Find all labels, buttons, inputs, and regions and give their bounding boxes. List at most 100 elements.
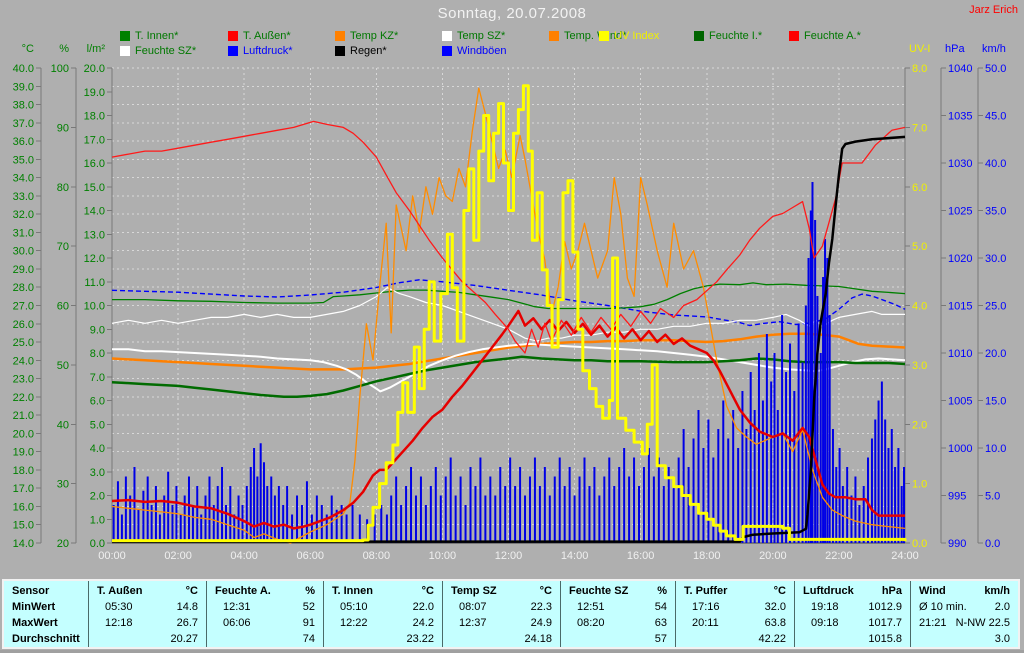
svg-text:27.0: 27.0 <box>13 301 34 313</box>
col-unit: km/h <box>984 585 1010 597</box>
svg-text:8.0: 8.0 <box>912 63 927 75</box>
max-time: 21:21 <box>919 617 947 629</box>
svg-text:0.0: 0.0 <box>90 538 105 550</box>
max-time: 20:11 <box>684 617 719 629</box>
svg-text:12.0: 12.0 <box>84 253 105 265</box>
table-col-feuchte-a: Feuchte A.% 12:3152 06:0691 74 <box>206 581 323 647</box>
svg-text:3.0: 3.0 <box>90 467 105 479</box>
min-value: 54 <box>655 601 667 613</box>
svg-text:0.0: 0.0 <box>912 538 927 550</box>
col-unit: hPa <box>882 585 902 597</box>
max-time: 12:22 <box>332 617 368 629</box>
min-time: 19:18 <box>803 601 839 613</box>
min-value: 2.0 <box>995 601 1010 613</box>
svg-text:30.0: 30.0 <box>985 253 1006 265</box>
svg-text:5.0: 5.0 <box>912 241 927 253</box>
col-unit: °C <box>422 585 434 597</box>
svg-text:18.0: 18.0 <box>13 465 34 477</box>
svg-text:21.0: 21.0 <box>13 410 34 422</box>
svg-text:22.0: 22.0 <box>13 392 34 404</box>
row-label-durchschnitt: Durchschnitt <box>4 631 88 647</box>
svg-text:50: 50 <box>57 360 69 372</box>
min-time: 08:07 <box>451 601 487 613</box>
svg-text:4.0: 4.0 <box>90 443 105 455</box>
svg-text:1.0: 1.0 <box>912 479 927 491</box>
max-time: 12:37 <box>451 617 487 629</box>
svg-text:1000: 1000 <box>948 443 972 455</box>
min-time: 05:30 <box>97 601 133 613</box>
svg-text:20.0: 20.0 <box>13 428 34 440</box>
svg-text:4.0: 4.0 <box>912 301 927 313</box>
stats-table: Sensor MinWert MaxWert Durchschnitt T. A… <box>2 579 1020 649</box>
svg-text:15.0: 15.0 <box>985 396 1006 408</box>
min-time: 17:16 <box>684 601 720 613</box>
svg-text:°C: °C <box>22 43 34 55</box>
max-value: 91 <box>303 617 315 629</box>
table-col-feuchte-sz: Feuchte SZ% 12:5154 08:2063 57 <box>560 581 675 647</box>
svg-text:50.0: 50.0 <box>985 63 1006 75</box>
max-value: 1017.7 <box>868 617 902 629</box>
svg-text:14.0: 14.0 <box>84 206 105 218</box>
max-time: 08:20 <box>569 617 605 629</box>
svg-text:00:00: 00:00 <box>98 550 126 562</box>
col-unit: °C <box>774 585 786 597</box>
svg-text:06:00: 06:00 <box>296 550 324 562</box>
col-name: T. Innen <box>332 585 373 597</box>
min-value: 52 <box>303 601 315 613</box>
svg-text:40.0: 40.0 <box>985 158 1006 170</box>
svg-text:1020: 1020 <box>948 253 972 265</box>
min-value: 1012.9 <box>868 601 902 613</box>
svg-text:70: 70 <box>57 241 69 253</box>
svg-text:16.0: 16.0 <box>13 501 34 513</box>
svg-text:29.0: 29.0 <box>13 264 34 276</box>
svg-text:20.0: 20.0 <box>985 348 1006 360</box>
max-time: 09:18 <box>803 617 839 629</box>
svg-text:25.0: 25.0 <box>13 337 34 349</box>
svg-text:15.0: 15.0 <box>84 182 105 194</box>
svg-text:1040: 1040 <box>948 63 972 75</box>
max-value: 63 <box>655 617 667 629</box>
col-name: Feuchte SZ <box>569 585 628 597</box>
svg-text:km/h: km/h <box>982 43 1006 55</box>
avg-value: 42.22 <box>758 633 786 645</box>
svg-text:8.0: 8.0 <box>90 348 105 360</box>
avg-value: 74 <box>303 633 315 645</box>
col-unit: °C <box>186 585 198 597</box>
svg-text:30: 30 <box>57 479 69 491</box>
svg-text:38.0: 38.0 <box>13 100 34 112</box>
svg-text:1005: 1005 <box>948 396 972 408</box>
svg-text:990: 990 <box>948 538 966 550</box>
max-value: 24.9 <box>531 617 552 629</box>
svg-text:22:00: 22:00 <box>825 550 853 562</box>
col-name: Temp SZ <box>451 585 497 597</box>
svg-text:24:00: 24:00 <box>891 550 919 562</box>
table-row-labels: Sensor MinWert MaxWert Durchschnitt <box>4 581 88 647</box>
svg-text:80: 80 <box>57 182 69 194</box>
svg-text:1030: 1030 <box>948 158 972 170</box>
svg-text:1035: 1035 <box>948 111 972 123</box>
svg-text:10:00: 10:00 <box>429 550 457 562</box>
svg-text:34.0: 34.0 <box>13 173 34 185</box>
svg-text:35.0: 35.0 <box>13 154 34 166</box>
svg-text:11.0: 11.0 <box>84 277 105 289</box>
svg-text:90: 90 <box>57 122 69 134</box>
svg-text:25.0: 25.0 <box>985 301 1006 313</box>
svg-text:15.0: 15.0 <box>13 520 34 532</box>
svg-text:18:00: 18:00 <box>693 550 721 562</box>
svg-text:04:00: 04:00 <box>230 550 258 562</box>
svg-text:20.0: 20.0 <box>84 63 105 75</box>
svg-text:16:00: 16:00 <box>627 550 655 562</box>
table-col-t-innen: T. Innen°C 05:1022.0 12:2224.2 23.22 <box>323 581 442 647</box>
svg-text:6.0: 6.0 <box>912 182 927 194</box>
svg-text:30.0: 30.0 <box>13 246 34 258</box>
svg-text:19.0: 19.0 <box>84 87 105 99</box>
svg-text:1010: 1010 <box>948 348 972 360</box>
min-value: 32.0 <box>765 601 786 613</box>
col-name: T. Puffer <box>684 585 727 597</box>
svg-text:2.0: 2.0 <box>912 419 927 431</box>
min-value: 14.8 <box>177 601 198 613</box>
weather-app-window: Sonntag, 20.07.2008 Jarz Erich T. Innen*… <box>0 0 1024 653</box>
svg-text:36.0: 36.0 <box>13 136 34 148</box>
svg-text:39.0: 39.0 <box>13 81 34 93</box>
avg-value: 23.22 <box>406 633 434 645</box>
